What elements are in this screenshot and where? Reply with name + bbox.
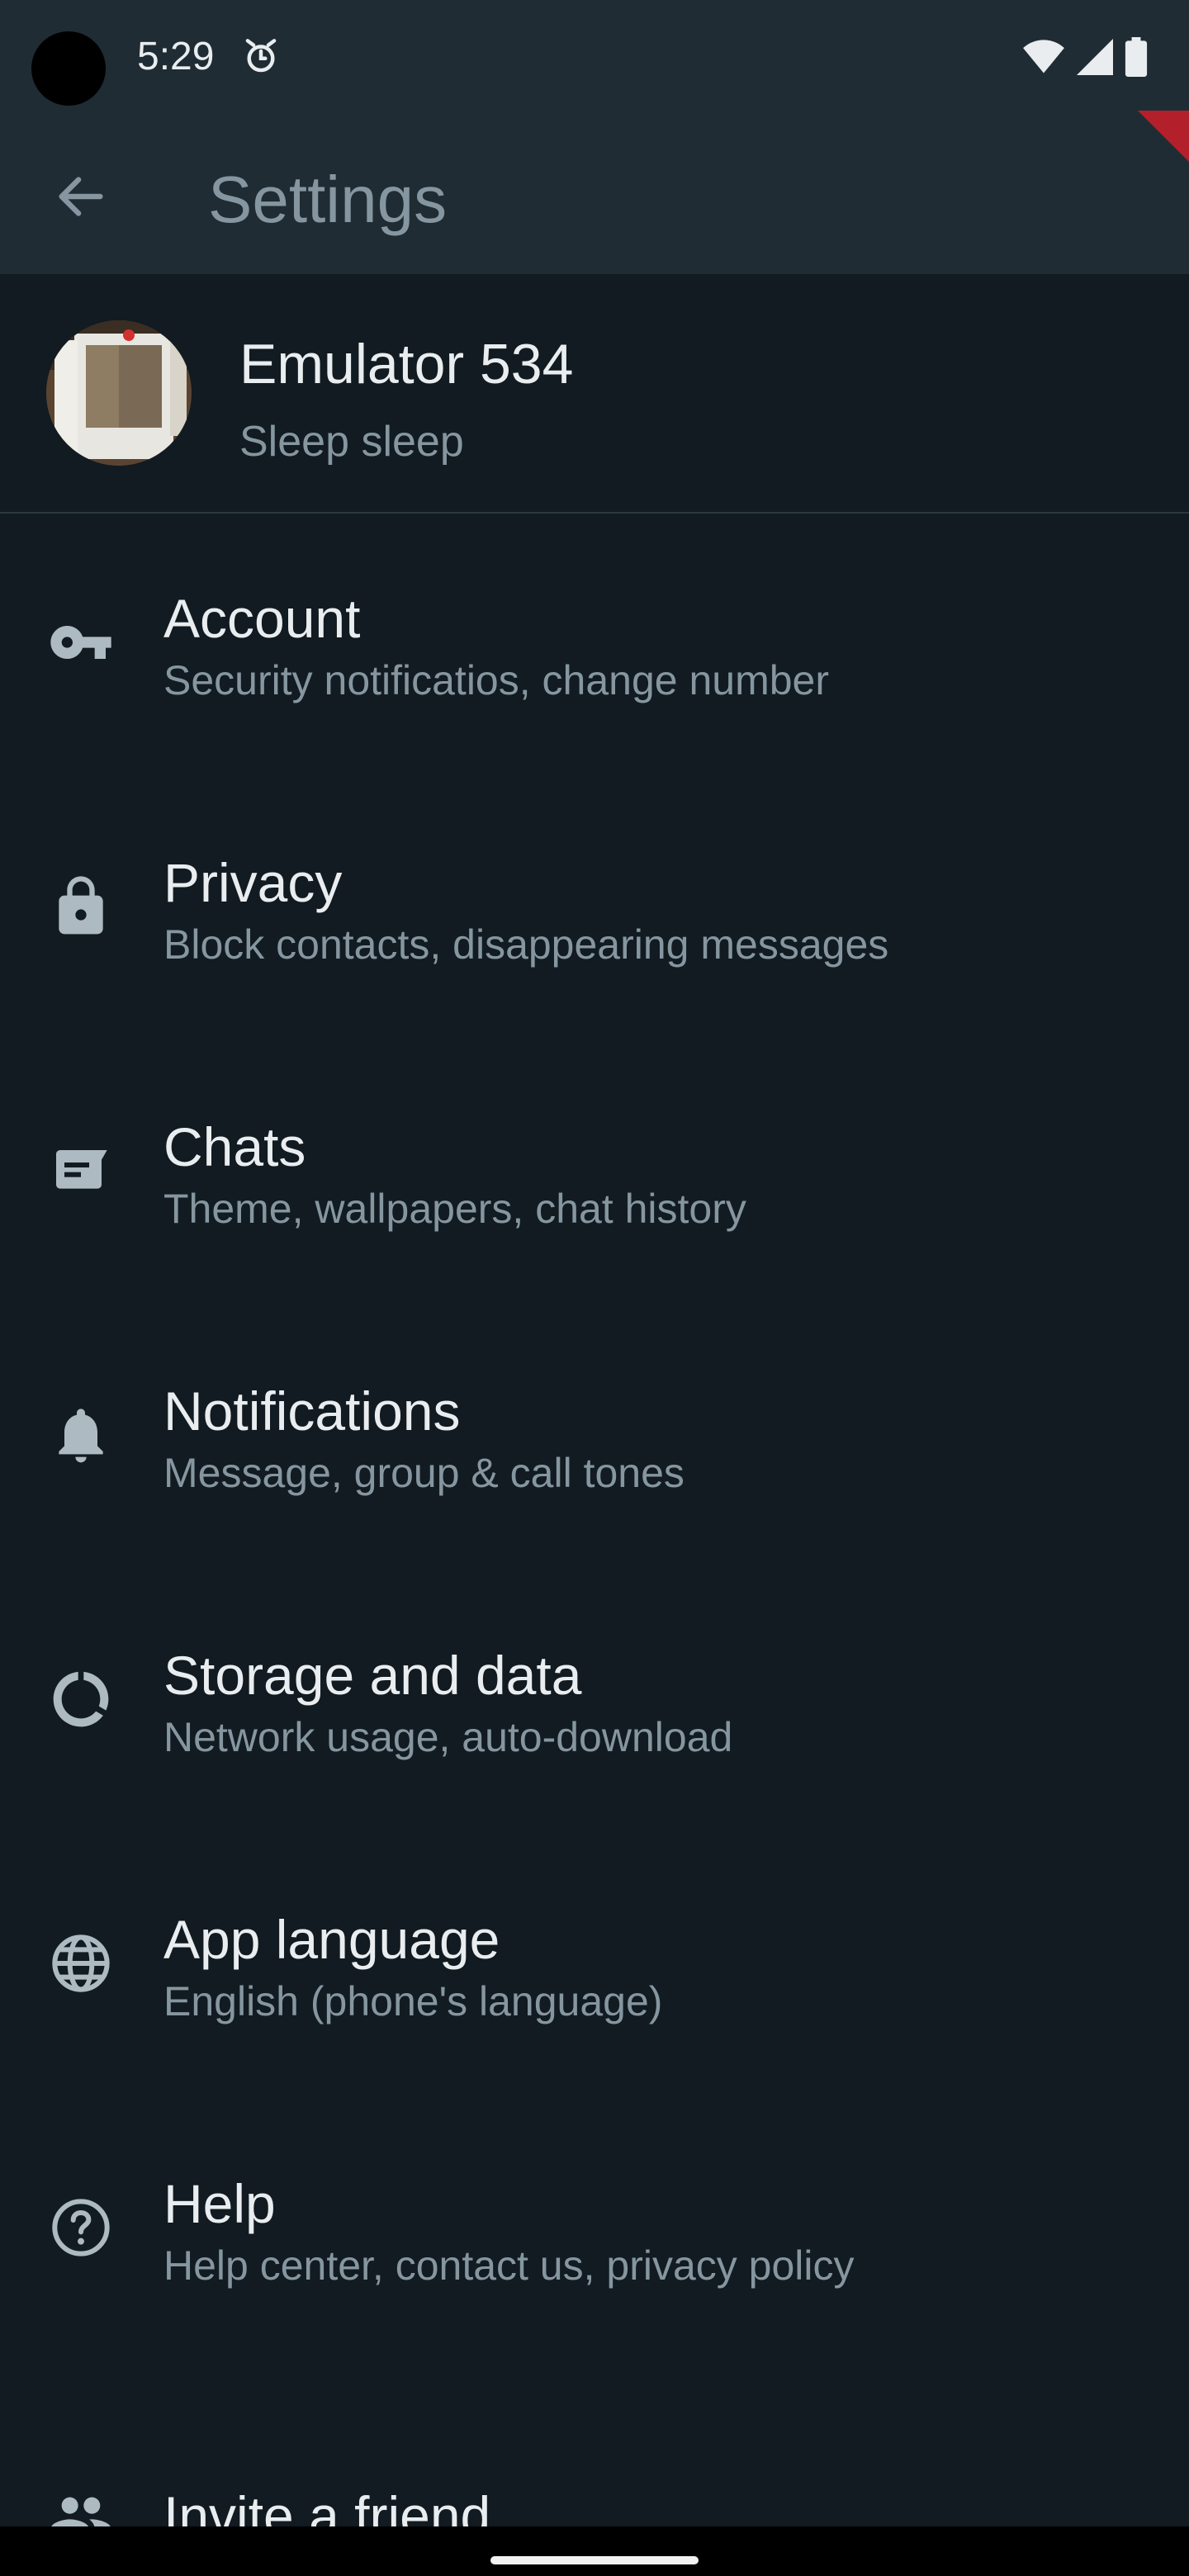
wifi-icon: [1023, 40, 1064, 73]
battery-icon: [1125, 37, 1148, 77]
help-icon: [48, 2195, 114, 2261]
setting-help[interactable]: Help Help center, contact us, privacy po…: [0, 2099, 1189, 2363]
status-time: 5:29: [137, 35, 215, 78]
setting-title: Account: [163, 588, 361, 649]
setting-notifications[interactable]: Notifications Message, group & call tone…: [0, 1306, 1189, 1570]
avatar[interactable]: [46, 320, 192, 466]
settings-screen: 5:29 Settings Emulator 534 Sleep sleep A…: [0, 0, 1189, 2576]
profile-photo: [46, 320, 192, 466]
bell-icon: [48, 1402, 114, 1468]
camera-cutout: [31, 31, 106, 106]
page-title: Settings: [208, 163, 448, 236]
setting-subtitle: Security notificatios, change number: [163, 657, 829, 703]
lock-icon: [48, 874, 114, 940]
setting-storage[interactable]: Storage and data Network usage, auto-dow…: [0, 1570, 1189, 1835]
debug-ribbon: [1138, 111, 1189, 162]
setting-app-language[interactable]: App language English (phone's language): [0, 1835, 1189, 2099]
app-bar: Settings: [0, 111, 1189, 274]
navigation-bar: [0, 2526, 1189, 2576]
status-icons: [1022, 36, 1148, 78]
profile-row[interactable]: Emulator 534 Sleep sleep: [0, 274, 1189, 512]
setting-title: Privacy: [163, 852, 343, 913]
setting-subtitle: Block contacts, disappearing messages: [163, 921, 889, 968]
signal-icon: [1077, 39, 1113, 75]
setting-title: Notifications: [163, 1380, 461, 1442]
home-handle[interactable]: [490, 2556, 699, 2564]
setting-privacy[interactable]: Privacy Block contacts, disappearing mes…: [0, 778, 1189, 1042]
settings-list: Account Security notificatios, change nu…: [0, 514, 1189, 2576]
setting-chats[interactable]: Chats Theme, wallpapers, chat history: [0, 1042, 1189, 1306]
setting-title: Storage and data: [163, 1645, 582, 1706]
alarm-icon: [245, 39, 277, 73]
setting-subtitle: Help center, contact us, privacy policy: [163, 2242, 855, 2289]
profile-name: Emulator 534: [239, 333, 574, 395]
back-button[interactable]: [40, 155, 122, 238]
profile-status: Sleep sleep: [239, 418, 464, 466]
setting-subtitle: Message, group & call tones: [163, 1450, 685, 1496]
status-bar: 5:29: [0, 0, 1189, 111]
setting-subtitle: Theme, wallpapers, chat history: [163, 1186, 746, 1232]
setting-subtitle: Network usage, auto-download: [163, 1714, 733, 1760]
setting-title: Chats: [163, 1116, 306, 1177]
setting-account[interactable]: Account Security notificatios, change nu…: [0, 514, 1189, 778]
chat-icon: [48, 1138, 114, 1204]
setting-title: App language: [163, 1909, 500, 1970]
data-usage-icon: [48, 1666, 114, 1732]
key-icon: [48, 609, 114, 675]
setting-title: Help: [163, 2173, 276, 2234]
arrow-left-icon: [59, 177, 103, 216]
globe-icon: [48, 1930, 114, 1996]
setting-subtitle: English (phone's language): [163, 1978, 663, 2024]
